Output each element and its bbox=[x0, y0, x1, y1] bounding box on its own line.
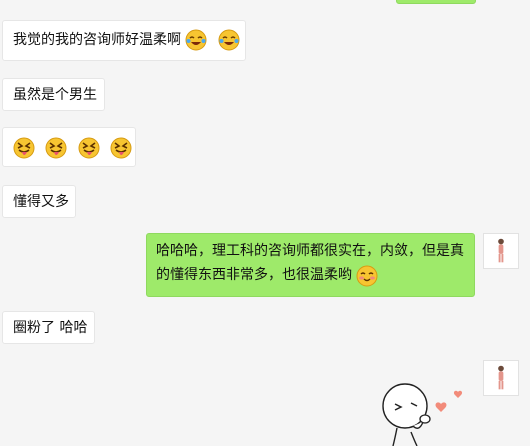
message-text-line: 哈哈哈，理工科的咨询师都很实在，内敛，但是真 bbox=[156, 243, 464, 259]
message-text: 懂得又多 bbox=[13, 194, 69, 210]
previous-sent-message[interactable] bbox=[396, 0, 476, 4]
received-message[interactable]: 虽然是个男生 bbox=[2, 78, 105, 111]
message-text-line: 的懂得东西非常多，也很温柔哟 bbox=[156, 267, 352, 283]
received-message[interactable]: 懂得又多 bbox=[2, 185, 76, 218]
tongue-out-emoji bbox=[13, 137, 35, 159]
laugh-cry-emoji bbox=[185, 29, 207, 51]
laugh-cry-emoji bbox=[218, 29, 240, 51]
message-text-line-wrap: 的懂得东西非常多，也很温柔哟 bbox=[156, 263, 465, 287]
received-message[interactable]: 圈粉了 哈哈 bbox=[2, 311, 95, 344]
tongue-out-emoji bbox=[78, 137, 100, 159]
message-text: 我觉的我的咨询师好温柔啊 bbox=[13, 32, 181, 48]
received-message[interactable] bbox=[2, 127, 136, 167]
message-text: 虽然是个男生 bbox=[13, 87, 97, 103]
waving-person-sticker[interactable] bbox=[375, 372, 490, 446]
user-avatar[interactable] bbox=[483, 233, 519, 269]
user-avatar[interactable] bbox=[483, 360, 519, 396]
received-message[interactable]: 我觉的我的咨询师好温柔啊 bbox=[2, 20, 246, 61]
sent-message[interactable]: 哈哈哈，理工科的咨询师都很实在，内敛，但是真 的懂得东西非常多，也很温柔哟 bbox=[146, 233, 475, 297]
tongue-out-emoji bbox=[110, 137, 132, 159]
blush-emoji bbox=[356, 265, 378, 287]
message-text: 圈粉了 哈哈 bbox=[13, 320, 88, 336]
tongue-out-emoji bbox=[45, 137, 67, 159]
